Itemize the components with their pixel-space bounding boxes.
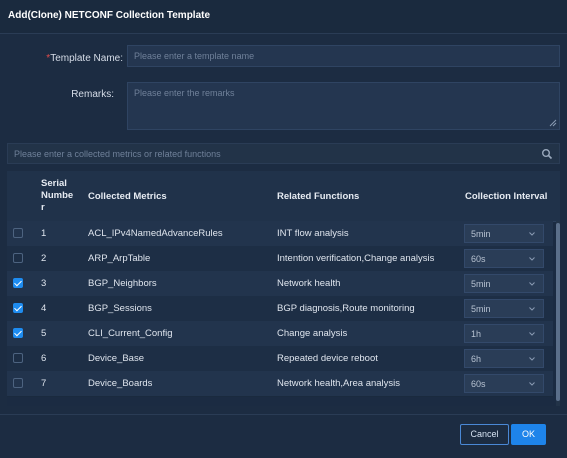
header-related-functions: Related Functions [277, 191, 360, 202]
interval-value: 6h [471, 354, 482, 364]
table-row[interactable]: 7 Device_Boards Network health,Area analys… [7, 371, 553, 397]
interval-select[interactable]: 60s [464, 249, 544, 268]
cell-metric: Device_Boards [88, 378, 153, 389]
table-row[interactable]: 6 Device_Base Repeated device reboot 6h [7, 346, 553, 372]
chevron-down-icon [529, 307, 535, 311]
table-header: Serial Numbe r Collected Metrics Related… [7, 171, 560, 222]
cell-serial: 6 [41, 353, 47, 364]
interval-select[interactable]: 5min [464, 299, 544, 318]
ok-button[interactable]: OK [511, 424, 546, 445]
header-collection-interval: Collection Interval [465, 191, 548, 202]
cell-metric: ARP_ArpTable [88, 253, 151, 264]
metrics-search-input[interactable]: Please enter a collected metrics or rela… [7, 143, 560, 164]
cell-metric: BGP_Neighbors [88, 278, 157, 289]
cell-functions: Change analysis [277, 328, 348, 339]
remarks-textarea[interactable]: Please enter the remarks [127, 82, 560, 130]
remarks-placeholder: Please enter the remarks [134, 88, 235, 98]
cell-functions: INT flow analysis [277, 228, 349, 239]
metrics-table: Serial Numbe r Collected Metrics Related… [7, 171, 560, 406]
cell-functions: Repeated device reboot [277, 353, 378, 364]
search-icon[interactable] [541, 148, 553, 160]
chevron-down-icon [529, 257, 535, 261]
row-checkbox[interactable] [13, 328, 23, 338]
row-checkbox[interactable] [13, 353, 23, 363]
template-name-input[interactable]: Please enter a template name [127, 45, 560, 67]
interval-select[interactable]: 1h [464, 324, 544, 343]
header-collected-metrics: Collected Metrics [88, 191, 167, 202]
table-row[interactable]: 4 BGP_Sessions BGP diagnosis,Route monitor… [7, 296, 553, 322]
cell-serial: 7 [41, 378, 47, 389]
scrollbar-thumb[interactable] [556, 223, 560, 401]
interval-select[interactable]: 5min [464, 274, 544, 293]
header-serial-number: Serial Numbe r [41, 178, 74, 213]
collection-template-dialog: Add(Clone) NETCONF Collection Template *… [0, 0, 567, 458]
search-placeholder: Please enter a collected metrics or rela… [14, 149, 221, 159]
interval-select[interactable]: 5min [464, 224, 544, 243]
cell-serial: 1 [41, 228, 47, 239]
row-checkbox[interactable] [13, 378, 23, 388]
cell-metric: CLI_Current_Config [88, 328, 173, 339]
remarks-label: Remarks: [71, 89, 114, 100]
interval-value: 60s [471, 254, 486, 264]
cell-serial: 3 [41, 278, 47, 289]
chevron-down-icon [529, 332, 535, 336]
table-row[interactable]: 3 BGP_Neighbors Network health 5min [7, 271, 553, 297]
dialog-title-bar: Add(Clone) NETCONF Collection Template [0, 0, 567, 34]
resize-handle-icon[interactable] [549, 119, 557, 127]
row-checkbox[interactable] [13, 253, 23, 263]
cell-metric: BGP_Sessions [88, 303, 152, 314]
table-row[interactable]: 5 CLI_Current_Config Change analysis 1h [7, 321, 553, 347]
chevron-down-icon [529, 232, 535, 236]
row-checkbox[interactable] [13, 228, 23, 238]
chevron-down-icon [529, 282, 535, 286]
interval-value: 5min [471, 304, 491, 314]
cell-functions: BGP diagnosis,Route monitoring [277, 303, 415, 314]
chevron-down-icon [529, 357, 535, 361]
table-row[interactable]: 1 ACL_IPv4NamedAdvanceRules INT flow analy… [7, 221, 553, 247]
row-checkbox[interactable] [13, 278, 23, 288]
interval-value: 5min [471, 279, 491, 289]
template-name-label: *Template Name: [46, 53, 123, 64]
cell-functions: Network health,Area analysis [277, 378, 401, 389]
dialog-title: Add(Clone) NETCONF Collection Template [8, 10, 211, 21]
chevron-down-icon [529, 382, 535, 386]
interval-select[interactable]: 6h [464, 349, 544, 368]
interval-value: 5min [471, 229, 491, 239]
interval-select[interactable]: 60s [464, 374, 544, 393]
cell-serial: 2 [41, 253, 47, 264]
cell-functions: Network health [277, 278, 341, 289]
cell-serial: 5 [41, 328, 47, 339]
footer-divider [0, 414, 567, 415]
interval-value: 1h [471, 329, 482, 339]
cell-metric: Device_Base [88, 353, 144, 364]
cell-metric: ACL_IPv4NamedAdvanceRules [88, 228, 223, 239]
cancel-button[interactable]: Cancel [460, 424, 509, 445]
template-name-placeholder: Please enter a template name [134, 51, 255, 61]
row-checkbox[interactable] [13, 303, 23, 313]
cell-functions: Intention verification,Change analysis [277, 253, 435, 264]
cell-serial: 4 [41, 303, 47, 314]
interval-value: 60s [471, 379, 486, 389]
table-row[interactable]: 2 ARP_ArpTable Intention verification,Chan… [7, 246, 553, 272]
